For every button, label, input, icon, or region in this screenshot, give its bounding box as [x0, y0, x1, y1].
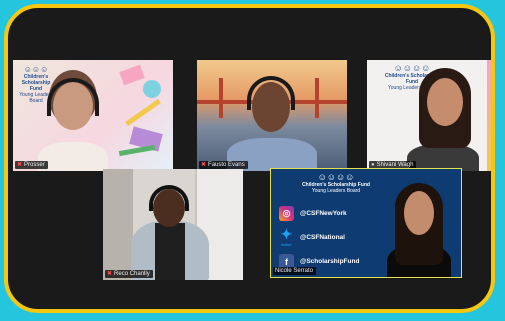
name-tag: ✖ Fausto Evans [199, 161, 248, 169]
video-tile-1[interactable]: ☺☺☺ Children's Scholarship Fund Young Le… [13, 60, 173, 171]
video-call-frame: ☺☺☺ Children's Scholarship Fund Young Le… [4, 4, 495, 313]
video-tile-4[interactable]: ✖ Reco Chanlly [103, 169, 243, 280]
name-tag: Nicole Serrato [273, 267, 317, 275]
participant-head [404, 191, 434, 235]
stationery-decor [111, 60, 173, 171]
social-handle: @CSFNational [300, 233, 345, 241]
social-twitter: ✦ twitter @CSFNational [279, 226, 345, 247]
video-tile-2[interactable]: ✖ Fausto Evans [197, 60, 347, 171]
participant-name: Fausto Evans [208, 162, 245, 168]
participant-figure [407, 144, 479, 171]
banner-line-2: Young Leaders Board [311, 188, 361, 194]
muted-mic-icon: ✖ [201, 162, 207, 168]
name-tag: ✖ Prosser [15, 161, 48, 169]
participant-name: Nicole Serrato [275, 268, 314, 274]
social-instagram: ◎ @CSFNewYork [279, 206, 347, 221]
social-handle: @CSFNewYork [300, 210, 347, 217]
participant-name: Prosser [24, 162, 45, 168]
video-tile-5[interactable]: ☺☺☺☺ Children's Scholarship Fund Young L… [270, 168, 462, 278]
participant-head [427, 78, 463, 126]
headphones [247, 76, 295, 110]
banner-logo: ☺☺☺☺ Children's Scholarship Fund Young L… [291, 173, 381, 195]
instagram-icon: ◎ [279, 206, 294, 221]
social-handle: @ScholarshipFund [300, 258, 360, 265]
participant-name: Reco Chanlly [114, 271, 150, 277]
twitter-caption: twitter [281, 242, 292, 247]
logo-line-1: Children's Scholarship Fund [21, 74, 51, 92]
name-tag: ✖ Reco Chanlly [105, 270, 153, 278]
headphones [149, 185, 189, 211]
participant-figure [38, 142, 108, 171]
twitter-icon: ✦ [280, 226, 293, 242]
muted-mic-icon: ✖ [107, 271, 113, 277]
muted-mic-icon: ✖ [17, 162, 23, 168]
video-tile-3[interactable]: ☺☺☺☺ Children's Scholarship Fund Young L… [367, 60, 491, 171]
